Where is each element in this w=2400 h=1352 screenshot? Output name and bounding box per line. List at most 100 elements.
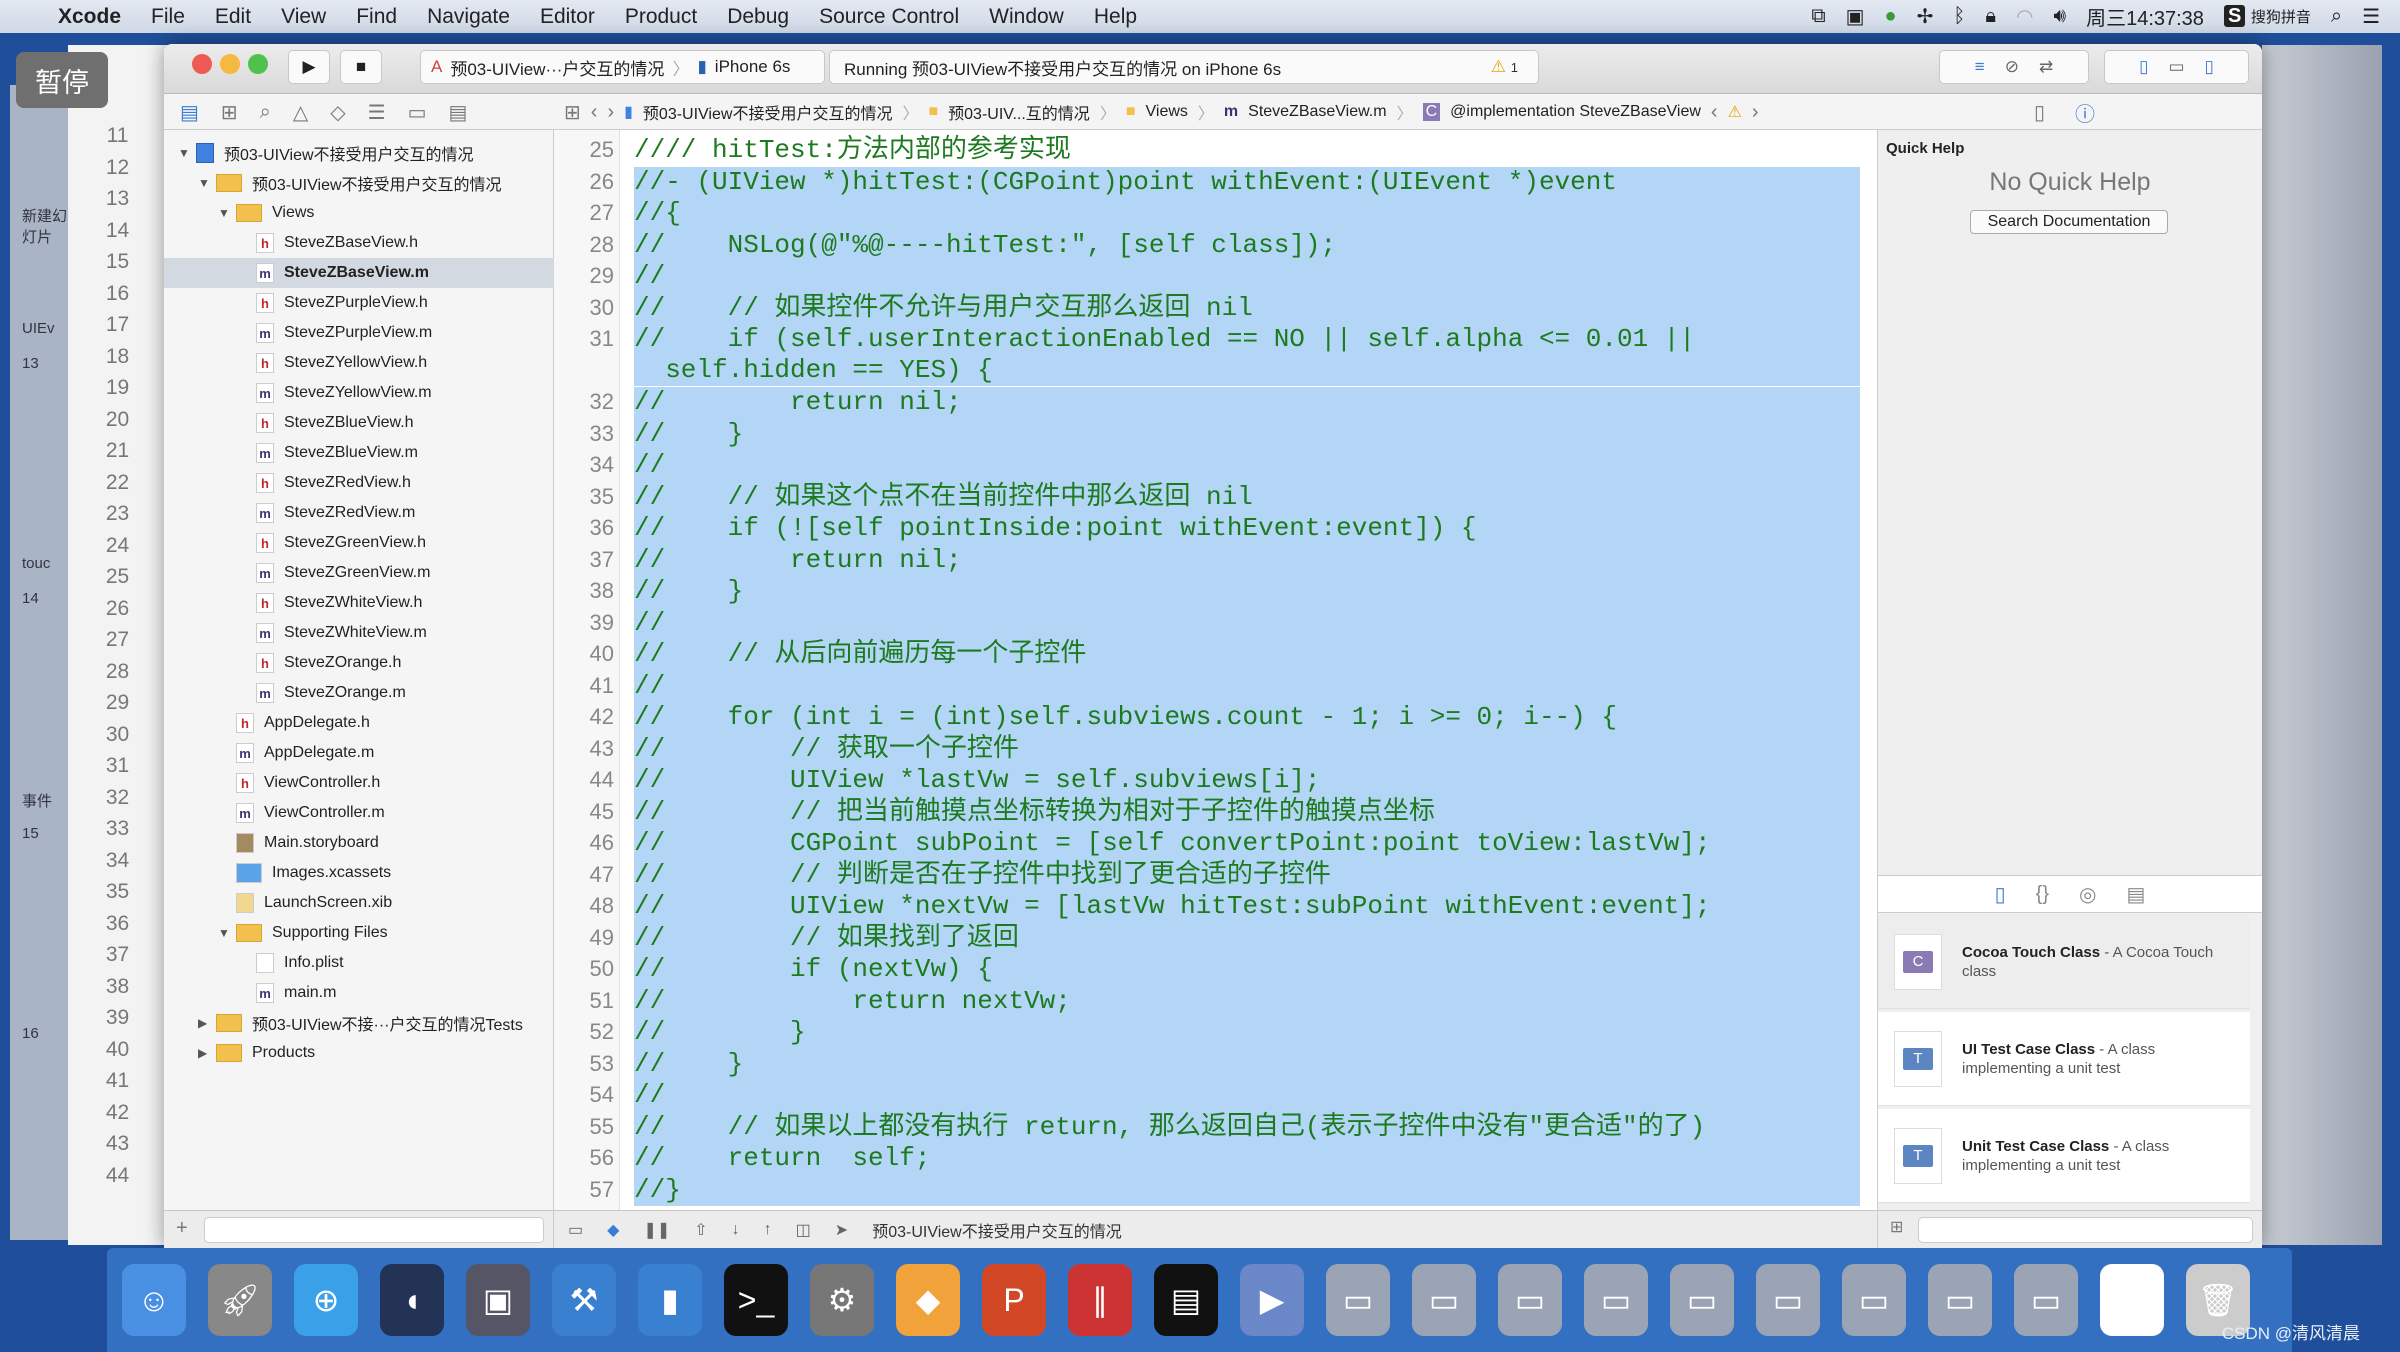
menu-item[interactable]: Help: [1094, 5, 1137, 29]
code-line[interactable]: 44 // UIView *lastVw = self.subviews[i];: [554, 764, 1877, 797]
library-item[interactable]: T Unit Test Case Class - A class implemen…: [1878, 1109, 2250, 1203]
navigator-item[interactable]: ▼ Views: [164, 198, 554, 228]
navigator-item[interactable]: m SteveZPurpleView.m: [164, 318, 554, 348]
jump-symbol[interactable]: @implementation SteveZBaseView: [1450, 103, 1701, 121]
scheme-selector[interactable]: A 预03-UIView···户交互的情况 〉 ▮ iPhone 6s: [420, 50, 825, 84]
navigator-item[interactable]: m SteveZRedView.m: [164, 498, 554, 528]
xcode-icon[interactable]: ⚒: [552, 1264, 616, 1336]
library-filter-input[interactable]: [1918, 1217, 2253, 1243]
code-line[interactable]: 54 //: [554, 1079, 1877, 1112]
navigator-item[interactable]: m SteveZBaseView.m: [164, 258, 554, 288]
code-line[interactable]: 57 //}: [554, 1174, 1877, 1206]
project-navigator-icon[interactable]: ▤: [180, 100, 199, 125]
navigator-item[interactable]: ▼ 预03-UIView不接受用户交互的情况: [164, 138, 554, 168]
test-navigator-icon[interactable]: ◇: [330, 100, 345, 125]
breakpoints-toggle-icon[interactable]: ◆: [607, 1220, 619, 1240]
simulator-icon[interactable]: ▮: [638, 1264, 702, 1336]
code-line[interactable]: 51 // return nextVw;: [554, 985, 1877, 1017]
view-debugger-icon[interactable]: ◫: [796, 1220, 811, 1240]
code-line[interactable]: 33 // }: [554, 418, 1877, 450]
navigator-item[interactable]: Info.plist: [164, 948, 554, 978]
navigator-item[interactable]: h SteveZPurpleView.h: [164, 288, 554, 318]
navigator-item[interactable]: h SteveZOrange.h: [164, 648, 554, 678]
code-line[interactable]: 42 // for (int i = (int)self.subviews.cou…: [554, 701, 1877, 734]
screenshot-7-icon[interactable]: ▭: [1842, 1264, 1906, 1336]
code-line[interactable]: 26 //- (UIView *)hitTest:(CGPoint)point w…: [554, 166, 1877, 198]
navigator-item[interactable]: h SteveZBlueView.h: [164, 408, 554, 438]
navigator-item[interactable]: h AppDelegate.h: [164, 708, 554, 738]
step-over-icon[interactable]: ⇧: [694, 1220, 707, 1240]
search-icon[interactable]: ⌕: [2331, 5, 2342, 28]
pause-overlay[interactable]: 暂停: [16, 52, 108, 108]
navigator-item[interactable]: m ViewController.m: [164, 798, 554, 828]
code-line[interactable]: 45 // // 把当前触摸点坐标转换为相对于子控件的触摸点坐标: [554, 796, 1877, 828]
menu-item[interactable]: Editor: [540, 5, 595, 29]
code-line[interactable]: 56 // return self;: [554, 1142, 1877, 1175]
plus-icon[interactable]: ✢: [1917, 4, 1934, 29]
video-icon[interactable]: ▣: [1846, 4, 1865, 29]
breakpoint-navigator-icon[interactable]: ▭: [408, 100, 427, 125]
quick-help-icon[interactable]: ⓘ: [2075, 98, 2095, 127]
pause-icon[interactable]: ❚❚: [643, 1220, 670, 1240]
search-documentation-button[interactable]: Search Documentation: [1970, 210, 2168, 234]
code-line[interactable]: 41 //: [554, 670, 1877, 702]
screenshot-2-icon[interactable]: ▭: [1412, 1264, 1476, 1336]
navigator-item[interactable]: Images.xcassets: [164, 858, 554, 888]
screenshot-9-icon[interactable]: ▭: [2014, 1264, 2078, 1336]
console-icon[interactable]: ▤: [1154, 1264, 1218, 1336]
menu-item[interactable]: Source Control: [819, 5, 959, 29]
disclosure-closed-icon[interactable]: ▶: [198, 1046, 216, 1060]
jump-project[interactable]: 预03-UIView不接受用户交互的情况: [643, 100, 893, 124]
ime-indicator[interactable]: S 搜狗拼音: [2223, 5, 2311, 28]
step-into-icon[interactable]: ↓: [732, 1221, 740, 1239]
quicktime-icon[interactable]: ▶: [1240, 1264, 1304, 1336]
code-line[interactable]: 39 //: [554, 607, 1877, 639]
media-library-icon[interactable]: ▤: [2126, 882, 2145, 907]
code-line[interactable]: 52 // }: [554, 1016, 1877, 1049]
target-label[interactable]: 预03-UIView不接受用户交互的情况: [872, 1218, 1122, 1242]
minimize-button[interactable]: [220, 54, 240, 74]
disclosure-open-icon[interactable]: ▼: [218, 206, 236, 220]
prev-issue-icon[interactable]: ‹: [1711, 101, 1718, 124]
disclosure-open-icon[interactable]: ▼: [218, 926, 236, 940]
library-item[interactable]: T UI Test Case Class - A class implementi…: [1878, 1012, 2250, 1106]
menu-item[interactable]: Window: [989, 5, 1064, 29]
step-out-icon[interactable]: ↑: [764, 1221, 772, 1239]
menu-item[interactable]: Navigate: [427, 5, 510, 29]
navigator-item[interactable]: m SteveZWhiteView.m: [164, 618, 554, 648]
screenshot-4-icon[interactable]: ▭: [1584, 1264, 1648, 1336]
code-line[interactable]: 35 // // 如果这个点不在当前控件中那么返回 nil: [554, 481, 1877, 513]
navigator-item[interactable]: m AppDelegate.m: [164, 738, 554, 768]
jump-views[interactable]: Views: [1146, 103, 1188, 121]
lock-icon[interactable]: 🔒︎: [1985, 5, 1996, 28]
terminal-icon[interactable]: >_: [724, 1264, 788, 1336]
report-navigator-icon[interactable]: ▤: [449, 100, 468, 125]
disclosure-open-icon[interactable]: ▼: [198, 176, 216, 190]
navigator-item[interactable]: ▶ 预03-UIView不接···户交互的情况Tests: [164, 1008, 554, 1038]
code-line[interactable]: 27 //{: [554, 197, 1877, 230]
navigator-item[interactable]: h SteveZBaseView.h: [164, 228, 554, 258]
code-line[interactable]: 28 // NSLog(@"%@----hitTest:", [self clas…: [554, 229, 1877, 261]
library-item[interactable]: C Cocoa Touch Class - A Cocoa Touch class: [1878, 915, 2250, 1009]
file-template-library-icon[interactable]: ▯: [1995, 882, 2006, 907]
screenshot-5-icon[interactable]: ▭: [1670, 1264, 1734, 1336]
screenshot-1-icon[interactable]: ▭: [1326, 1264, 1390, 1336]
mouse-app-icon[interactable]: ◖: [380, 1264, 444, 1336]
navigator-item[interactable]: h SteveZRedView.h: [164, 468, 554, 498]
bluetooth-icon[interactable]: ᛒ: [1953, 5, 1965, 28]
standard-editor-icon[interactable]: ≡: [1975, 57, 1985, 77]
hide-debug-icon[interactable]: ▭: [568, 1220, 583, 1240]
navigator-item[interactable]: m main.m: [164, 978, 554, 1008]
navigator-item[interactable]: ▼ Supporting Files: [164, 918, 554, 948]
parallels-icon[interactable]: ∥: [1068, 1264, 1132, 1336]
source-editor[interactable]: 25 //// hitTest:方法内部的参考实现 26 //- (UIView *)…: [554, 130, 1877, 1210]
navigator-item[interactable]: h SteveZYellowView.h: [164, 348, 554, 378]
screenshot-8-icon[interactable]: ▭: [1928, 1264, 1992, 1336]
code-line[interactable]: 36 // if (![self pointInside:point withEv…: [554, 512, 1877, 545]
navigator-item[interactable]: Main.storyboard: [164, 828, 554, 858]
file-inspector-icon[interactable]: ▯: [2034, 100, 2045, 125]
navigator-item[interactable]: m SteveZYellowView.m: [164, 378, 554, 408]
navigator-item[interactable]: m SteveZGreenView.m: [164, 558, 554, 588]
add-icon[interactable]: +: [176, 1217, 188, 1240]
next-issue-icon[interactable]: ›: [1752, 101, 1759, 124]
